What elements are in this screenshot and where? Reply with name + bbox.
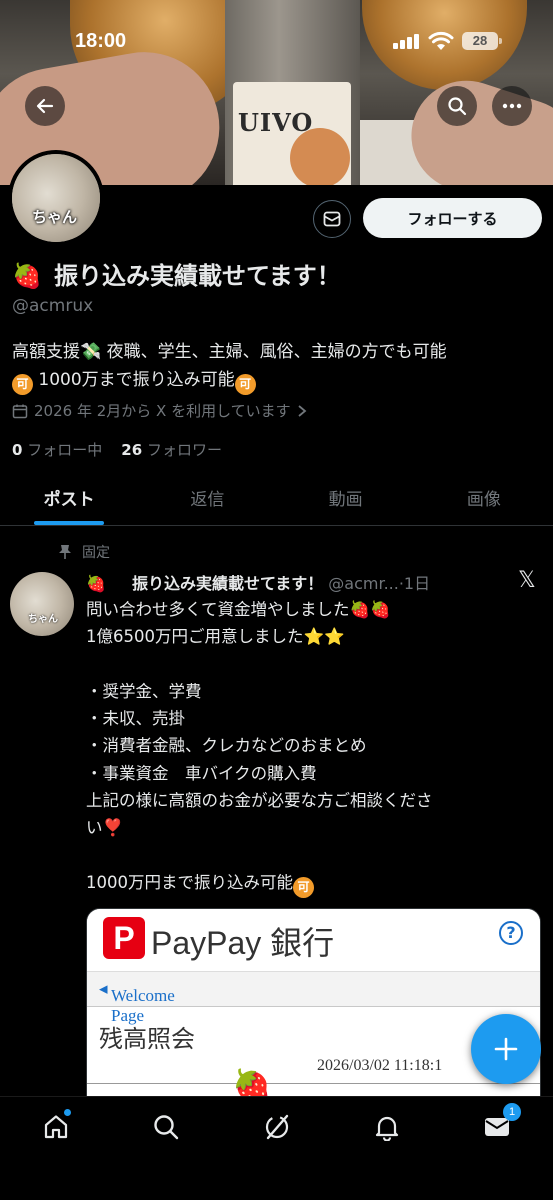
more-horizontal-icon [502, 103, 522, 109]
avatar-sticker-text: ちゃん [32, 208, 78, 226]
bio-line-1: 高額支援💸 夜職、学生、主婦、風俗、主婦の方でも可能 [12, 342, 447, 362]
balance-title: 残高照会 [99, 1025, 195, 1053]
arrow-left-icon [36, 98, 54, 114]
search-icon [154, 1115, 179, 1140]
search-icon [448, 97, 467, 116]
post-text[interactable]: 問い合わせ多くて資金増やしました🍓🍓 1億6500万円ご用意しました⭐⭐ ・奨学… [86, 596, 536, 898]
nav-messages[interactable]: 1 [481, 1103, 521, 1143]
joined-date[interactable]: 2026 年 2月から X を利用しています [12, 400, 307, 421]
follow-button[interactable]: フォローする [363, 198, 542, 238]
search-button[interactable] [437, 86, 477, 126]
post-avatar[interactable]: ちゃん [10, 572, 74, 636]
plus-icon [494, 1037, 518, 1061]
back-button[interactable] [25, 86, 65, 126]
home-notification-dot [64, 1109, 71, 1116]
bio-line-2-text: 1000万まで振り込み可能 [33, 370, 235, 390]
grok-icon [265, 1114, 289, 1140]
tab-videos[interactable]: 動画 [277, 470, 415, 525]
post-avatar-photo [10, 572, 74, 636]
compose-button[interactable] [471, 1014, 541, 1084]
ka-badge-icon: 可 [293, 876, 314, 898]
status-bar: 18:00 28 [0, 30, 553, 54]
envelope-icon [323, 211, 341, 227]
ka-badge-icon: 可 [12, 374, 33, 395]
profile-tabs: ポスト 返信 動画 画像 [0, 470, 553, 526]
help-icon: ? [499, 921, 523, 945]
follow-stats: 0 フォロー中 26 フォロワー [12, 439, 222, 460]
profile-handle: @acmrux [12, 296, 94, 316]
battery-icon: 28 [462, 32, 498, 50]
strawberry-icon: 🍓 [86, 574, 106, 593]
balance-date: 2026/03/02 11:18:1 [317, 1057, 443, 1074]
bell-icon [375, 1116, 399, 1141]
welcome-link: ◂ Welcome Page [99, 979, 175, 1025]
paypay-brand: PayPay 銀行 [151, 925, 335, 961]
pin-icon [59, 545, 71, 559]
nav-grok[interactable] [261, 1111, 293, 1143]
profile-name: 🍓 振り込み実績載せてます！ [12, 256, 341, 291]
paypay-logo-icon: P [103, 917, 145, 959]
tab-posts[interactable]: ポスト [0, 470, 138, 525]
status-time: 18:00 [75, 30, 127, 52]
avatar-photo [12, 154, 100, 242]
paypay-nav: ◂ Welcome Page [87, 971, 540, 1025]
profile-avatar[interactable]: ちゃん [8, 150, 104, 246]
post-handle-time[interactable]: @acmr...·1日 [323, 574, 430, 593]
bio-line-2: 可 1000万まで振り込み可能可 [12, 366, 542, 395]
messages-badge: 1 [503, 1103, 521, 1121]
nav-search[interactable] [150, 1111, 182, 1143]
x-logo-icon[interactable]: 𝕏 [518, 568, 536, 593]
chevron-right-icon [298, 404, 307, 417]
battery-tip [499, 38, 502, 44]
profile-name-text: 振り込み実績載せてます！ [54, 262, 341, 290]
post-header: 🍓 振り込み実績載せてます！ @acmr...·1日 [86, 570, 546, 594]
post-avatar-sticker: ちゃん [28, 614, 58, 625]
cellular-signal-icon [393, 33, 421, 49]
nav-home[interactable] [40, 1109, 72, 1143]
strawberry-icon: 🍓 [12, 262, 42, 290]
joined-text: 2026 年 2月から X を利用しています [34, 402, 291, 420]
more-button[interactable] [492, 86, 532, 126]
pinned-label: 固定 [82, 545, 110, 561]
profile-bio: 高額支援💸 夜職、学生、主婦、風俗、主婦の方でも可能 可 1000万まで振り込み… [12, 338, 542, 395]
post-body-text: 問い合わせ多くて資金増やしました🍓🍓 1億6500万円ご用意しました⭐⭐ ・奨学… [86, 600, 433, 892]
tab-images[interactable]: 画像 [415, 470, 553, 525]
tab-replies[interactable]: 返信 [138, 470, 276, 525]
followers-link[interactable]: 26 フォロワー [121, 441, 222, 459]
nav-notifications[interactable] [371, 1111, 403, 1143]
home-icon [44, 1115, 68, 1139]
ka-badge-icon: 可 [234, 374, 256, 395]
banner-label-art [290, 128, 350, 185]
following-link[interactable]: 0 フォロー中 [12, 441, 102, 459]
message-button[interactable] [313, 200, 351, 238]
bottom-nav: 1 [0, 1096, 553, 1200]
post-author-name[interactable]: 振り込み実績載せてます！ [132, 574, 323, 593]
post-media-image[interactable]: P PayPay 銀行 ? ◂ Welcome Page 残高照会 2026/0… [86, 908, 541, 1098]
wifi-icon [428, 31, 454, 50]
calendar-icon [12, 404, 28, 418]
strawberry-sticker: 🍓 [232, 1067, 272, 1098]
divider [87, 1083, 540, 1084]
pinned-indicator: 固定 [58, 542, 110, 562]
